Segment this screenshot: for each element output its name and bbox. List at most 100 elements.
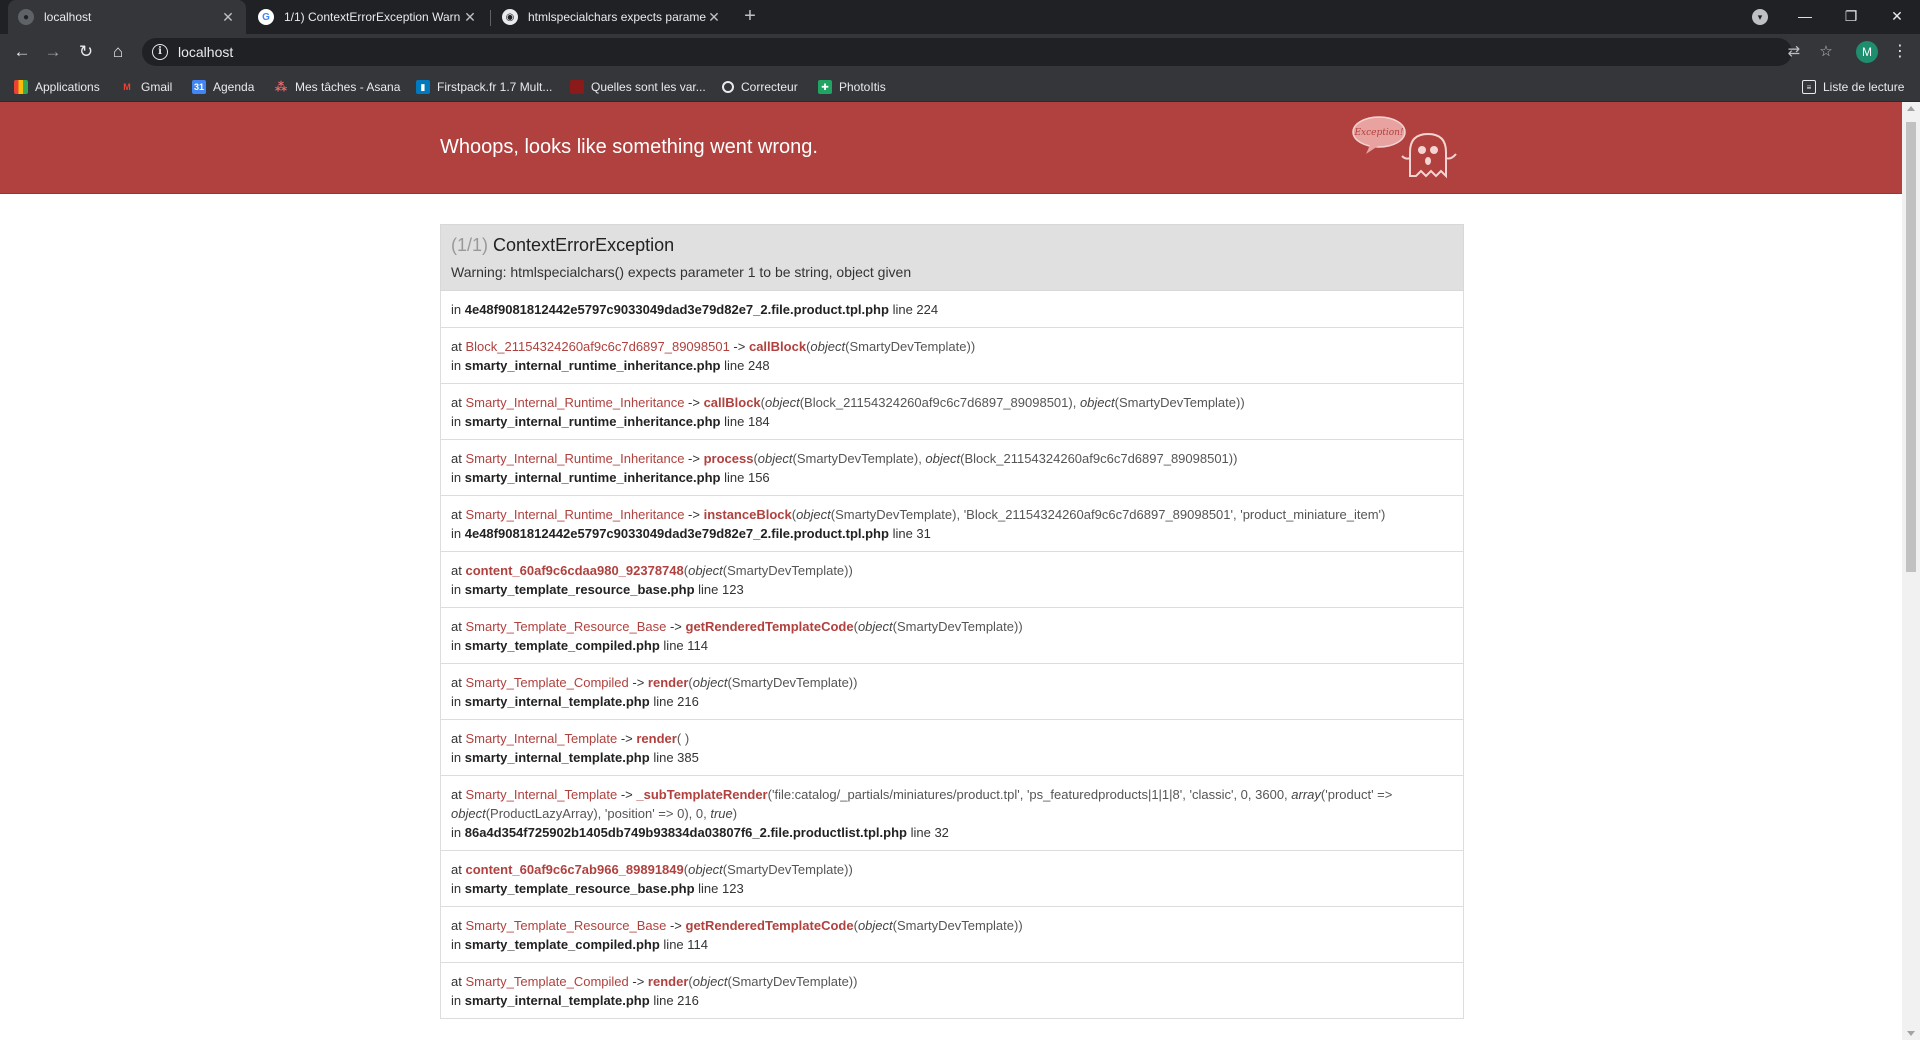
trace-class[interactable]: Smarty_Internal_Template bbox=[465, 731, 617, 746]
stack-trace: in 4e48f9081812442e5797c9033049dad3e79d8… bbox=[440, 291, 1464, 1019]
trace-arg-type: object bbox=[451, 806, 486, 821]
trace-function: render bbox=[647, 675, 689, 690]
translate-icon[interactable]: ⇄ bbox=[1780, 38, 1808, 66]
page-scrollbar[interactable] bbox=[1902, 102, 1920, 1040]
trace-frame: at content_60af9c6cdaa980_92378748(objec… bbox=[441, 552, 1463, 608]
trace-line: line 114 bbox=[663, 937, 708, 952]
trace-call: at Smarty_Internal_Template -> render( ) bbox=[451, 731, 690, 746]
trace-function: content_60af9c6cdaa980_92378748 bbox=[465, 563, 684, 578]
trace-file[interactable]: 4e48f9081812442e5797c9033049dad3e79d82e7… bbox=[465, 526, 889, 541]
trace-class[interactable]: Block_21154324260af9c6c7d6897_89098501 bbox=[465, 339, 729, 354]
bookmark-agenda[interactable]: 31 Agenda bbox=[192, 78, 254, 96]
trace-file[interactable]: 4e48f9081812442e5797c9033049dad3e79d82e7… bbox=[465, 302, 889, 317]
bookmark-quelles[interactable]: Quelles sont les var... bbox=[570, 78, 706, 96]
close-tab-icon[interactable]: ✕ bbox=[706, 9, 722, 26]
trace-file[interactable]: 86a4d354f725902b1405db749b93834da03807f6… bbox=[465, 825, 907, 840]
trace-file[interactable]: smarty_internal_runtime_inheritance.php bbox=[465, 470, 721, 485]
trace-class[interactable]: Smarty_Template_Compiled bbox=[465, 675, 628, 690]
address-text: localhost bbox=[178, 44, 234, 60]
scroll-down-icon[interactable] bbox=[1907, 1031, 1915, 1036]
trace-arg-type: object bbox=[692, 675, 728, 690]
trace-file[interactable]: smarty_template_compiled.php bbox=[465, 638, 660, 653]
trace-frame: at content_60af9c6c7ab966_89891849(objec… bbox=[441, 851, 1463, 907]
trace-call: at Smarty_Internal_Runtime_Inheritance -… bbox=[451, 395, 1245, 410]
trace-location: in smarty_internal_runtime_inheritance.p… bbox=[451, 414, 770, 429]
new-tab-icon[interactable]: + bbox=[738, 5, 762, 29]
tab-title: 1/1) ContextErrorException Warn bbox=[284, 10, 461, 24]
trace-frame: at Block_21154324260af9c6c7d6897_8909850… bbox=[441, 328, 1463, 384]
trace-class[interactable]: Smarty_Template_Resource_Base bbox=[465, 619, 666, 634]
banner-title: Whoops, looks like something went wrong. bbox=[440, 136, 818, 158]
trace-class[interactable]: Smarty_Template_Compiled bbox=[465, 974, 628, 989]
trace-arg-type: true bbox=[710, 806, 733, 821]
trace-file[interactable]: smarty_internal_template.php bbox=[465, 750, 650, 765]
trello-icon: ▮ bbox=[416, 80, 430, 94]
reload-icon[interactable]: ↻ bbox=[72, 38, 100, 66]
scroll-up-icon[interactable] bbox=[1907, 106, 1915, 111]
site-info-icon[interactable]: i bbox=[152, 44, 168, 60]
trace-class[interactable]: Smarty_Internal_Runtime_Inheritance bbox=[465, 395, 684, 410]
home-icon[interactable]: ⌂ bbox=[104, 38, 132, 66]
scrollbar-thumb[interactable] bbox=[1906, 122, 1916, 572]
tab-localhost[interactable]: ● localhost ✕ bbox=[8, 0, 246, 34]
trace-file[interactable]: smarty_internal_runtime_inheritance.php bbox=[465, 414, 721, 429]
bookmark-firstpack[interactable]: ▮ Firstpack.fr 1.7 Mult... bbox=[416, 78, 552, 96]
trace-args: (object(SmartyDevTemplate)) bbox=[806, 339, 976, 354]
trace-line: line 184 bbox=[724, 414, 770, 429]
trace-line: line 123 bbox=[698, 582, 744, 597]
trace-location: in smarty_template_resource_base.php lin… bbox=[451, 881, 744, 896]
reading-list-button[interactable]: ≡ Liste de lecture bbox=[1802, 78, 1904, 96]
forward-icon[interactable]: → bbox=[39, 38, 67, 66]
minimize-icon[interactable]: — bbox=[1782, 0, 1828, 34]
bookmark-correcteur[interactable]: Correcteur bbox=[722, 78, 798, 96]
trace-arg-type: object bbox=[688, 862, 723, 877]
trace-call: at Block_21154324260af9c6c7d6897_8909850… bbox=[451, 339, 976, 354]
trace-file[interactable]: smarty_internal_template.php bbox=[465, 993, 650, 1008]
exception-name: ContextErrorException bbox=[493, 235, 675, 255]
profile-avatar[interactable]: M bbox=[1856, 41, 1878, 63]
trace-frame: at Smarty_Internal_Runtime_Inheritance -… bbox=[441, 496, 1463, 552]
trace-file[interactable]: smarty_template_resource_base.php bbox=[465, 881, 695, 896]
trace-file[interactable]: smarty_internal_template.php bbox=[465, 694, 650, 709]
trace-arg-type: object bbox=[796, 507, 831, 522]
tab-htmlspecialchars[interactable]: ◉ htmlspecialchars expects parame ✕ bbox=[492, 0, 732, 34]
tab-separator bbox=[490, 10, 491, 26]
trace-line: line 31 bbox=[892, 526, 931, 541]
trace-file[interactable]: smarty_template_compiled.php bbox=[465, 937, 660, 952]
trace-arg-type: object bbox=[757, 451, 793, 466]
close-tab-icon[interactable]: ✕ bbox=[220, 9, 236, 26]
bookmark-photoitis[interactable]: ✚ PhotoItis bbox=[818, 78, 886, 96]
trace-call: at content_60af9c6cdaa980_92378748(objec… bbox=[451, 563, 853, 578]
trace-frame: at Smarty_Internal_Template -> render( )… bbox=[441, 720, 1463, 776]
trace-file[interactable]: smarty_internal_runtime_inheritance.php bbox=[465, 358, 721, 373]
trace-file[interactable]: smarty_template_resource_base.php bbox=[465, 582, 695, 597]
apps-grid-icon bbox=[14, 80, 28, 94]
tab-context-error[interactable]: G 1/1) ContextErrorException Warn ✕ bbox=[248, 0, 488, 34]
trace-arg-type: object bbox=[688, 563, 723, 578]
trace-class[interactable]: Smarty_Internal_Runtime_Inheritance bbox=[465, 507, 684, 522]
restore-icon[interactable]: ❐ bbox=[1828, 0, 1874, 34]
address-bar[interactable]: i localhost bbox=[142, 38, 1792, 66]
bookmark-applications[interactable]: Applications bbox=[14, 78, 100, 96]
trace-function: process bbox=[703, 451, 754, 466]
trace-frame: at Smarty_Template_Resource_Base -> getR… bbox=[441, 608, 1463, 664]
trace-location: in 4e48f9081812442e5797c9033049dad3e79d8… bbox=[451, 526, 931, 541]
bookmark-gmail[interactable]: M Gmail bbox=[120, 78, 172, 96]
back-icon[interactable]: ← bbox=[8, 38, 36, 66]
trace-args: (object(Block_21154324260af9c6c7d6897_89… bbox=[760, 395, 1245, 410]
trace-class[interactable]: Smarty_Internal_Runtime_Inheritance bbox=[465, 451, 684, 466]
asana-icon: ⁂ bbox=[274, 80, 288, 94]
trace-function: content_60af9c6c7ab966_89891849 bbox=[465, 862, 684, 877]
menu-icon[interactable]: ⋮ bbox=[1890, 38, 1910, 66]
trace-class[interactable]: Smarty_Internal_Template bbox=[465, 787, 617, 802]
tab-search-icon[interactable]: ▾ bbox=[1752, 9, 1768, 25]
bookmark-star-icon[interactable]: ☆ bbox=[1812, 38, 1840, 66]
bookmark-asana[interactable]: ⁂ Mes tâches - Asana bbox=[274, 78, 401, 96]
close-window-icon[interactable]: ✕ bbox=[1874, 0, 1920, 34]
trace-class[interactable]: Smarty_Template_Resource_Base bbox=[465, 918, 666, 933]
gmail-icon: M bbox=[123, 82, 131, 92]
trace-function: getRenderedTemplateCode bbox=[685, 619, 854, 634]
close-tab-icon[interactable]: ✕ bbox=[462, 9, 478, 26]
trace-line: line 216 bbox=[653, 993, 699, 1008]
trace-frame: at Smarty_Internal_Template -> _subTempl… bbox=[441, 776, 1463, 851]
